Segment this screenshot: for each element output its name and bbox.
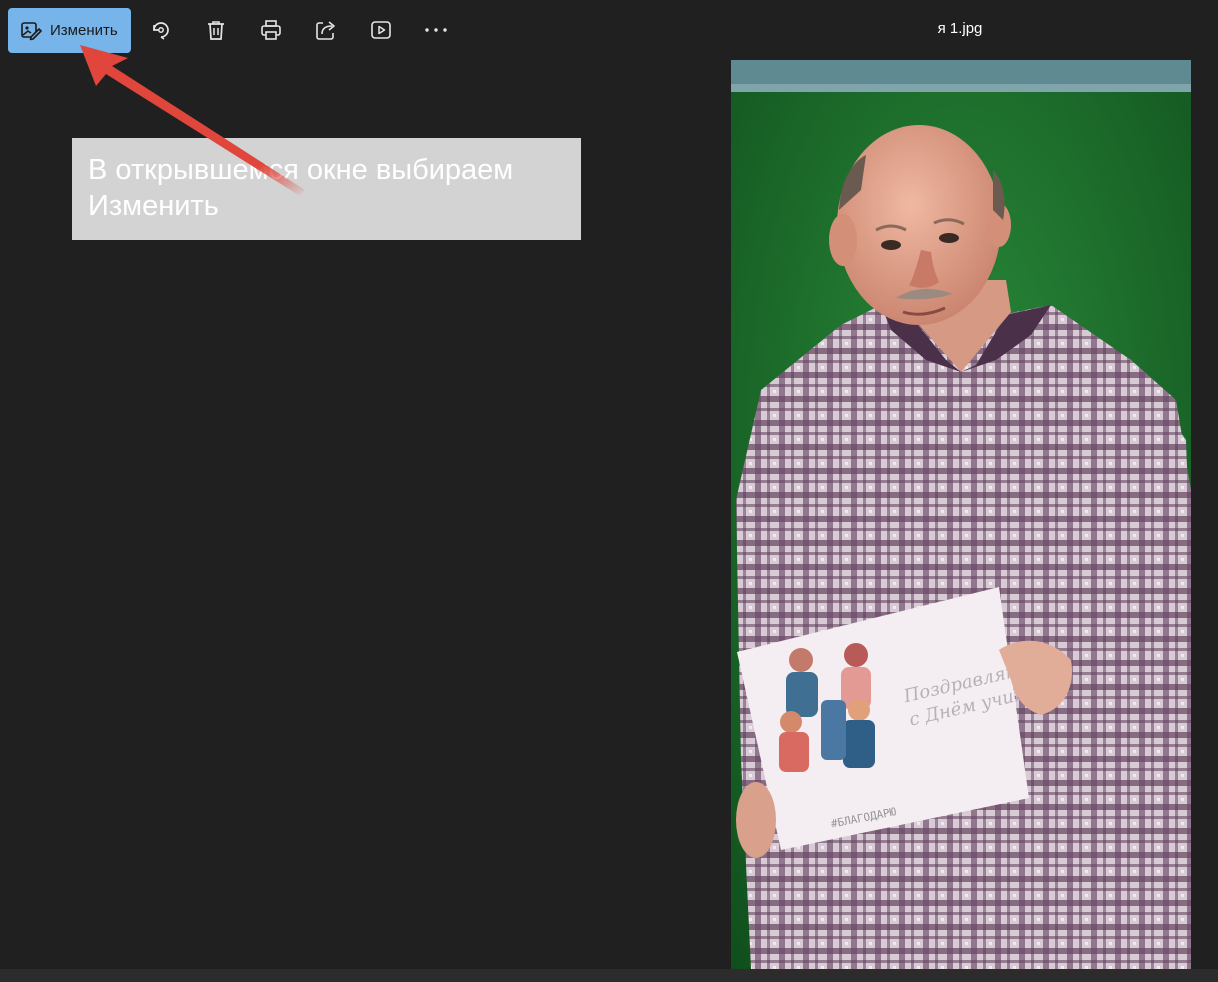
- edit-image-icon: [20, 20, 42, 42]
- delete-icon[interactable]: [203, 17, 229, 43]
- toolbar: Изменить я 1.jpg: [0, 0, 1218, 60]
- more-icon[interactable]: [423, 17, 449, 43]
- print-icon[interactable]: [258, 17, 284, 43]
- file-title: я 1.jpg: [937, 20, 983, 37]
- rotate-icon[interactable]: [148, 17, 174, 43]
- photo-image: Поздравляю с Днём учителя #БЛАГОДАРЮ: [731, 60, 1191, 969]
- slideshow-icon[interactable]: [368, 17, 394, 43]
- bottom-bar: [0, 969, 1218, 982]
- instruction-callout: В открывшемся окне выбираем Изменить: [72, 138, 581, 240]
- edit-button-label: Изменить: [50, 22, 118, 39]
- photos-app-window: Изменить я 1.jpg Поздравляю с Днём учите…: [0, 0, 1218, 982]
- share-icon[interactable]: [313, 17, 339, 43]
- edit-button[interactable]: Изменить: [8, 8, 131, 53]
